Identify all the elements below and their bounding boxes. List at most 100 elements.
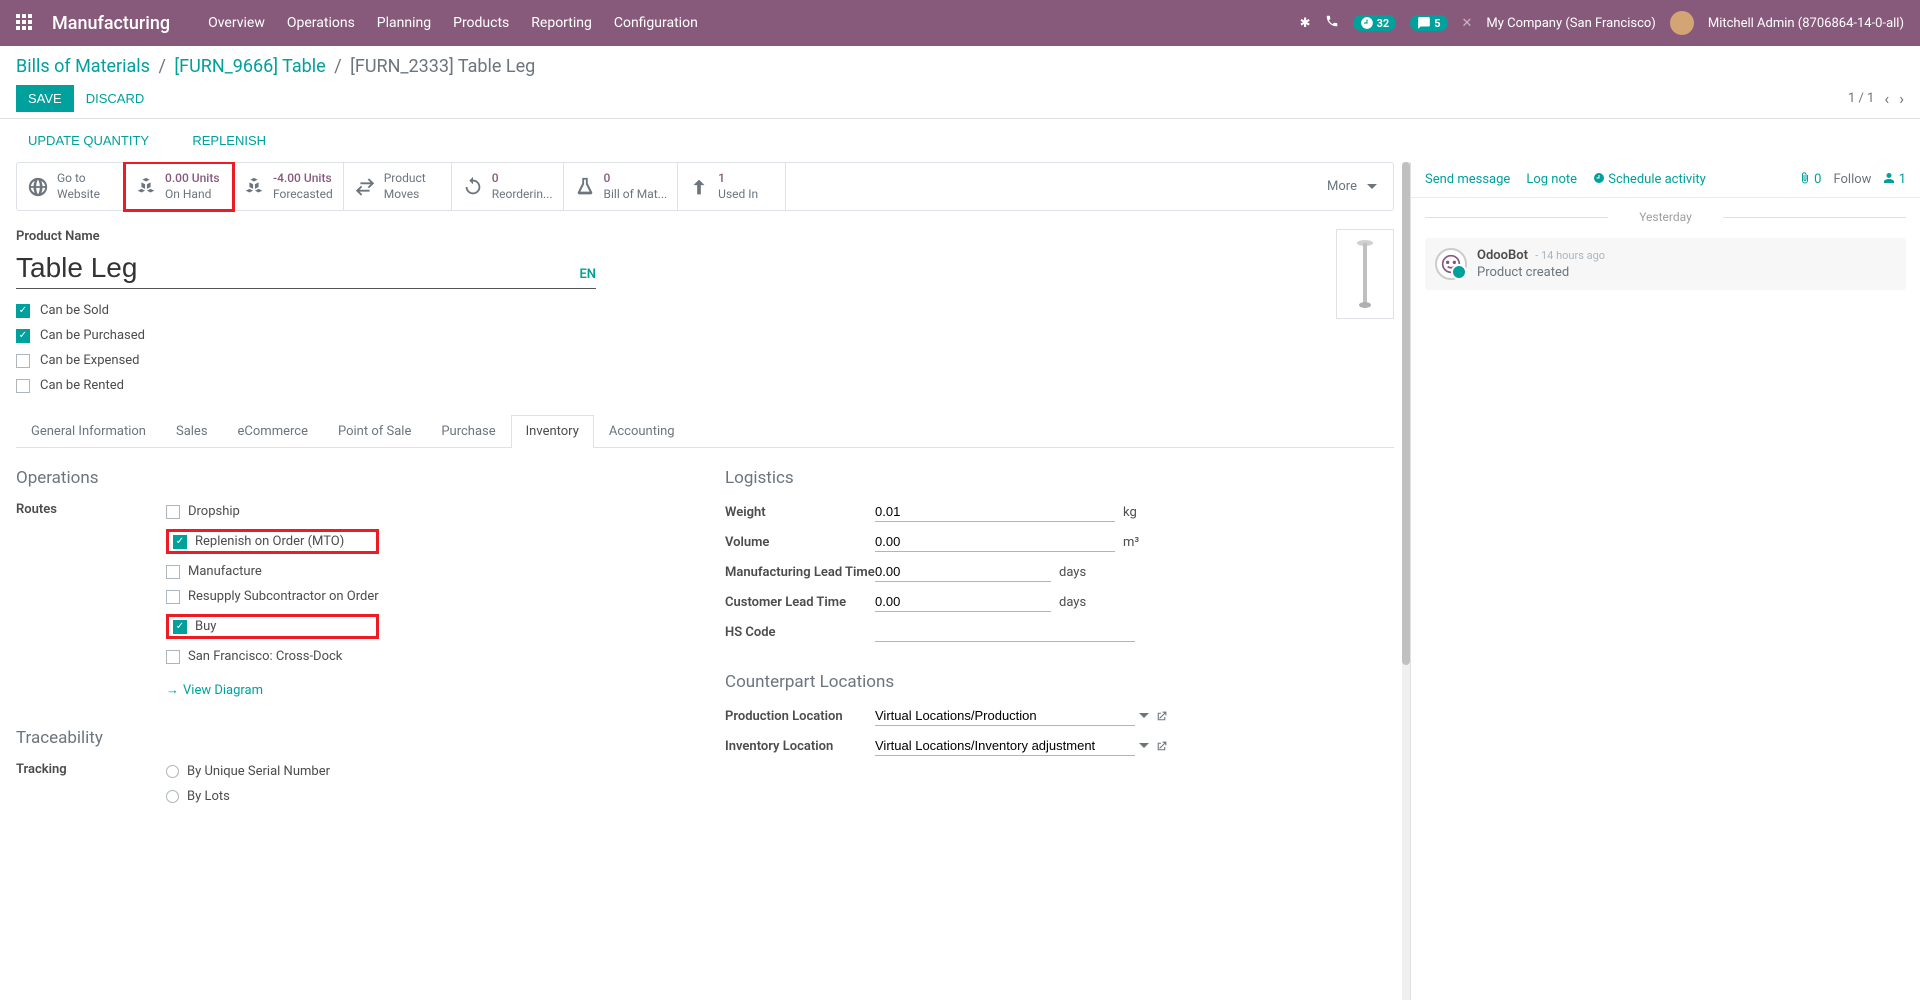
tracking-lots[interactable] bbox=[166, 790, 179, 803]
stat-usedin[interactable]: 1Used In bbox=[678, 163, 786, 210]
attachments[interactable]: 0 bbox=[1799, 172, 1822, 187]
boxes-icon bbox=[243, 176, 265, 198]
chatter: Send message Log note Schedule activity … bbox=[1410, 162, 1920, 1000]
tab-inventory[interactable]: Inventory bbox=[511, 415, 594, 448]
scrollbar[interactable] bbox=[1402, 162, 1410, 665]
tab-purchase[interactable]: Purchase bbox=[426, 415, 510, 447]
send-message-button[interactable]: Send message bbox=[1425, 172, 1510, 187]
pager-prev[interactable]: ‹ bbox=[1884, 89, 1889, 108]
route-buy[interactable] bbox=[173, 620, 187, 634]
update-quantity-button[interactable]: UPDATE QUANTITY bbox=[16, 127, 161, 154]
nav-planning[interactable]: Planning bbox=[377, 15, 431, 31]
volume-input[interactable] bbox=[875, 532, 1115, 552]
external-link-icon[interactable] bbox=[1155, 740, 1168, 753]
operations-title: Operations bbox=[16, 468, 685, 488]
dropdown-icon[interactable] bbox=[1139, 711, 1149, 721]
form-area: Go toWebsite 0.00 UnitsOn Hand -4.00 Uni… bbox=[0, 162, 1410, 1000]
tracking-serial[interactable] bbox=[166, 765, 179, 778]
breadcrumb-current: [FURN_2333] Table Leg bbox=[350, 56, 535, 77]
nav-products[interactable]: Products bbox=[453, 15, 509, 31]
weight-input[interactable] bbox=[875, 502, 1115, 522]
nav-menu: Overview Operations Planning Products Re… bbox=[208, 15, 698, 31]
inv-loc-input[interactable] bbox=[875, 736, 1135, 756]
route-mto[interactable] bbox=[173, 535, 187, 549]
check-sold[interactable] bbox=[16, 304, 30, 318]
boxes-icon bbox=[135, 176, 157, 198]
tab-pos[interactable]: Point of Sale bbox=[323, 415, 426, 447]
tabs: General Information Sales eCommerce Poin… bbox=[16, 415, 1394, 448]
arrow-up-icon bbox=[688, 176, 710, 198]
product-name-label: Product Name bbox=[16, 229, 1316, 244]
message-body: Product created bbox=[1477, 265, 1605, 280]
check-purchased[interactable] bbox=[16, 329, 30, 343]
mlt-input[interactable] bbox=[875, 562, 1051, 582]
phone-icon[interactable] bbox=[1325, 14, 1339, 32]
top-navbar: Manufacturing Overview Operations Planni… bbox=[0, 0, 1920, 46]
user-name[interactable]: Mitchell Admin (8706864-14-0-all) bbox=[1708, 16, 1904, 31]
tab-general[interactable]: General Information bbox=[16, 415, 161, 447]
apps-icon[interactable] bbox=[16, 14, 34, 32]
stat-more[interactable]: More bbox=[1311, 163, 1393, 210]
log-note-button[interactable]: Log note bbox=[1526, 172, 1577, 187]
check-expensed[interactable] bbox=[16, 354, 30, 368]
traceability-title: Traceability bbox=[16, 728, 685, 748]
product-name-input[interactable] bbox=[16, 248, 579, 288]
view-diagram-link[interactable]: →View Diagram bbox=[166, 682, 379, 698]
route-resupply[interactable] bbox=[166, 590, 180, 604]
message: OdooBot - 14 hours ago Product created bbox=[1425, 238, 1906, 290]
flask-icon bbox=[574, 176, 596, 198]
chatter-date-separator: Yesterday bbox=[1425, 210, 1906, 224]
schedule-activity-button[interactable]: Schedule activity bbox=[1593, 172, 1706, 187]
stat-forecast[interactable]: -4.00 UnitsForecasted bbox=[233, 163, 344, 210]
breadcrumb-parent[interactable]: [FURN_9666] Table bbox=[174, 56, 325, 77]
logistics-title: Logistics bbox=[725, 468, 1394, 488]
route-crossdock[interactable] bbox=[166, 650, 180, 664]
tab-ecommerce[interactable]: eCommerce bbox=[223, 415, 323, 447]
follow-button[interactable]: Follow bbox=[1833, 172, 1871, 187]
bot-avatar bbox=[1435, 248, 1467, 280]
stat-onhand[interactable]: 0.00 UnitsOn Hand bbox=[125, 163, 233, 210]
message-time: - 14 hours ago bbox=[1535, 249, 1605, 262]
stat-website[interactable]: Go toWebsite bbox=[17, 163, 125, 210]
nav-operations[interactable]: Operations bbox=[287, 15, 355, 31]
hs-input[interactable] bbox=[875, 622, 1135, 642]
nav-overview[interactable]: Overview bbox=[208, 15, 265, 31]
control-bar: Bills of Materials / [FURN_9666] Table /… bbox=[0, 46, 1920, 119]
stat-moves[interactable]: ProductMoves bbox=[344, 163, 452, 210]
save-button[interactable]: SAVE bbox=[16, 85, 74, 112]
breadcrumb: Bills of Materials / [FURN_9666] Table /… bbox=[16, 56, 1904, 77]
counterpart-title: Counterpart Locations bbox=[725, 672, 1394, 692]
route-buy-highlight: Buy bbox=[166, 614, 379, 639]
route-mto-highlight: Replenish on Order (MTO) bbox=[166, 529, 379, 554]
tab-sales[interactable]: Sales bbox=[161, 415, 223, 447]
product-image[interactable] bbox=[1336, 229, 1394, 319]
dropdown-icon[interactable] bbox=[1139, 741, 1149, 751]
close-icon[interactable]: ✕ bbox=[1462, 16, 1473, 31]
nav-reporting[interactable]: Reporting bbox=[531, 15, 592, 31]
refresh-icon bbox=[462, 176, 484, 198]
routes-label: Routes bbox=[16, 502, 166, 517]
company-name[interactable]: My Company (San Francisco) bbox=[1486, 16, 1655, 31]
clock-badge[interactable]: 32 bbox=[1353, 15, 1397, 31]
route-manufacture[interactable] bbox=[166, 565, 180, 579]
replenish-button[interactable]: REPLENISH bbox=[180, 127, 278, 154]
stat-bom[interactable]: 0Bill of Mat... bbox=[564, 163, 679, 210]
breadcrumb-root[interactable]: Bills of Materials bbox=[16, 56, 150, 77]
clt-input[interactable] bbox=[875, 592, 1051, 612]
discard-button[interactable]: DISCARD bbox=[74, 85, 157, 112]
external-link-icon[interactable] bbox=[1155, 710, 1168, 723]
nav-configuration[interactable]: Configuration bbox=[614, 15, 698, 31]
tracking-label: Tracking bbox=[16, 762, 166, 777]
pager-next[interactable]: › bbox=[1899, 89, 1904, 108]
followers[interactable]: 1 bbox=[1883, 172, 1906, 187]
message-author: OdooBot bbox=[1477, 248, 1528, 263]
chat-badge[interactable]: 5 bbox=[1410, 15, 1447, 31]
tab-accounting[interactable]: Accounting bbox=[594, 415, 690, 447]
bug-icon[interactable]: ✱ bbox=[1300, 16, 1311, 31]
prod-loc-input[interactable] bbox=[875, 706, 1135, 726]
lang-badge[interactable]: EN bbox=[579, 267, 596, 282]
route-dropship[interactable] bbox=[166, 505, 180, 519]
check-rented[interactable] bbox=[16, 379, 30, 393]
avatar[interactable] bbox=[1670, 11, 1694, 35]
stat-reordering[interactable]: 0Reorderin... bbox=[452, 163, 564, 210]
